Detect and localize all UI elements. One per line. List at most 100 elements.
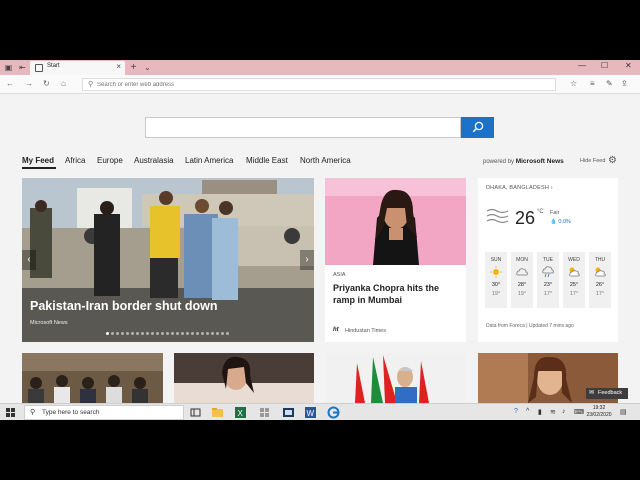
carousel-dot[interactable] [111, 332, 114, 335]
weather-card[interactable]: DHAKA, BANGLADESH › 26 °C Fair 💧 0.0% SU… [478, 178, 618, 342]
help-icon[interactable]: ? [514, 408, 518, 415]
carousel-dot[interactable] [181, 332, 184, 335]
news-photo [325, 353, 466, 403]
back-icon[interactable]: ← [6, 79, 14, 88]
news-card[interactable] [174, 353, 314, 403]
tab-north-america[interactable]: North America [300, 156, 351, 165]
address-bar[interactable]: ⚲ [82, 78, 556, 91]
task-view-icon[interactable] [189, 406, 202, 419]
hero-headline[interactable]: Pakistan-Iran border shut down [30, 299, 218, 313]
favorites-hub-icon[interactable]: ≡ [590, 79, 595, 88]
carousel-dot[interactable] [211, 332, 214, 335]
carousel-dot[interactable] [151, 332, 154, 335]
edge-browser-icon[interactable] [327, 406, 340, 419]
refresh-icon[interactable]: ↻ [43, 79, 50, 88]
tab-africa[interactable]: Africa [65, 156, 85, 165]
news-photo [174, 353, 314, 403]
clock[interactable]: 19:32 23/02/2020 [585, 405, 613, 419]
carousel-dot[interactable] [226, 332, 229, 335]
address-input[interactable] [97, 80, 547, 90]
carousel-dot[interactable] [206, 332, 209, 335]
carousel-dot[interactable] [131, 332, 134, 335]
app-icon[interactable] [282, 406, 295, 419]
word-icon[interactable]: W [304, 406, 317, 419]
search-icon: ⚲ [30, 409, 36, 416]
temperature-unit[interactable]: °C [537, 209, 544, 215]
tab-bar: ▣ ⇤ Start × + ⌄ — ☐ ✕ [0, 60, 640, 75]
carousel-dot[interactable] [121, 332, 124, 335]
carousel-dot[interactable] [196, 332, 199, 335]
minimize-icon[interactable]: — [578, 61, 586, 70]
battery-icon[interactable]: ▮ [538, 408, 542, 416]
forecast-day[interactable]: TUE 23° 17° [537, 252, 559, 308]
taskbar: ⚲ Type here to search X W ? ^ ▮ ≋ ♪ ⌨ 19… [0, 403, 640, 420]
carousel-dot[interactable] [156, 332, 159, 335]
news-card[interactable] [22, 353, 163, 403]
excel-icon[interactable]: X [234, 406, 247, 419]
maximize-icon[interactable]: ☐ [601, 61, 608, 70]
carousel-dot[interactable] [166, 332, 169, 335]
gear-icon[interactable]: ⚙ [608, 155, 617, 166]
carousel-dot[interactable] [126, 332, 129, 335]
keyboard-icon[interactable]: ⌨ [574, 408, 584, 416]
cloud-icon [516, 268, 528, 276]
search-icon: ⚲ [88, 81, 94, 88]
news-headline[interactable]: Priyanka Chopra hits the ramp in Mumbai [333, 282, 461, 306]
forward-icon[interactable]: → [25, 79, 33, 88]
home-icon[interactable]: ⌂ [61, 79, 66, 88]
store-icon[interactable] [258, 406, 271, 419]
tab-my-feed[interactable]: My Feed [22, 156, 54, 165]
carousel-dot[interactable] [186, 332, 189, 335]
news-card[interactable] [325, 353, 466, 403]
tab-europe[interactable]: Europe [97, 156, 123, 165]
weather-location[interactable]: DHAKA, BANGLADESH › [486, 185, 553, 191]
rain-chance: 💧 0.0% [550, 219, 571, 225]
carousel-dot[interactable] [201, 332, 204, 335]
file-explorer-icon[interactable] [211, 406, 224, 419]
new-tab-button[interactable]: + [128, 62, 139, 73]
pen-icon[interactable]: ✎ [606, 79, 613, 88]
forecast-day[interactable]: WED 25° 17° [563, 252, 585, 308]
tab-latin-america[interactable]: Latin America [185, 156, 233, 165]
carousel-dot[interactable] [221, 332, 224, 335]
tab-middle-east[interactable]: Middle East [246, 156, 288, 165]
hero-news-card[interactable]: ‹ › Pakistan-Iran border shut down Micro… [22, 178, 314, 342]
carousel-dot[interactable] [191, 332, 194, 335]
wifi-icon[interactable]: ≋ [550, 408, 556, 416]
forecast-day[interactable]: SUN 30° 19° [485, 252, 507, 308]
tab-menu-icon[interactable]: ⌄ [142, 62, 153, 73]
news-card-priyanka[interactable]: ASIA Priyanka Chopra hits the ramp in Mu… [325, 178, 466, 342]
forecast-day[interactable]: THU 26° 17° [589, 252, 611, 308]
favorite-star-icon[interactable]: ☆ [570, 79, 577, 88]
hide-feed-link[interactable]: Hide Feed [580, 158, 605, 164]
feedback-button[interactable]: ✉ Feedback [586, 388, 628, 399]
carousel-dot[interactable] [176, 332, 179, 335]
notifications-icon[interactable]: ▤ [620, 408, 627, 416]
svg-text:X: X [238, 409, 244, 418]
carousel-dot[interactable] [141, 332, 144, 335]
carousel-dot[interactable] [171, 332, 174, 335]
hero-next-button[interactable]: › [300, 250, 314, 270]
windows-start-icon[interactable] [6, 408, 15, 417]
share-icon[interactable]: ⇪ [621, 79, 628, 88]
tab-australasia[interactable]: Australasia [134, 156, 174, 165]
carousel-dot[interactable] [161, 332, 164, 335]
carousel-dot[interactable] [106, 332, 109, 335]
tab-close-icon[interactable]: × [116, 62, 121, 71]
hero-prev-button[interactable]: ‹ [22, 250, 36, 270]
search-button[interactable] [461, 117, 494, 138]
close-window-icon[interactable]: ✕ [625, 61, 632, 70]
tab-actions-icon[interactable]: ▣ [3, 62, 14, 73]
web-search-input[interactable] [145, 117, 461, 138]
forecast-day[interactable]: MON 28° 19° [511, 252, 533, 308]
search-icon [472, 121, 484, 133]
carousel-dot[interactable] [216, 332, 219, 335]
show-hidden-icons[interactable]: ^ [526, 408, 529, 415]
carousel-dot[interactable] [146, 332, 149, 335]
tab-start[interactable]: Start × [30, 61, 125, 75]
carousel-dot[interactable] [136, 332, 139, 335]
volume-icon[interactable]: ♪ [562, 408, 566, 415]
carousel-dot[interactable] [116, 332, 119, 335]
taskbar-search[interactable]: ⚲ Type here to search [24, 405, 184, 420]
back-tabs-icon[interactable]: ⇤ [17, 62, 28, 73]
